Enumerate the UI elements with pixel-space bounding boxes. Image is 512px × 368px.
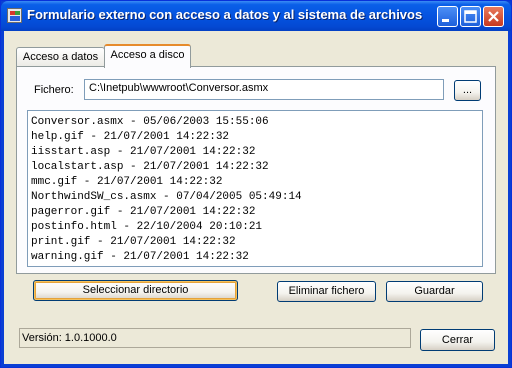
tab-acceso-disco[interactable]: Acceso a disco: [104, 44, 191, 68]
app-icon[interactable]: [7, 8, 22, 23]
delete-file-button[interactable]: Eliminar fichero: [277, 281, 376, 302]
list-item[interactable]: NorthwindSW_cs.asmx - 07/04/2005 05:49:1…: [31, 190, 479, 205]
list-item[interactable]: print.gif - 21/07/2001 14:22:32: [31, 235, 479, 250]
close-icon: [488, 11, 499, 22]
title-bar[interactable]: Formulario externo con acceso a datos y …: [1, 1, 511, 31]
maximize-icon: [464, 10, 477, 23]
list-item[interactable]: pagerror.gif - 21/07/2001 14:22:32: [31, 205, 479, 220]
list-item[interactable]: mmc.gif - 21/07/2001 14:22:32: [31, 175, 479, 190]
tab-acceso-datos[interactable]: Acceso a datos: [16, 47, 105, 66]
file-list[interactable]: Conversor.asmx - 05/06/2003 15:55:06 hel…: [27, 110, 483, 267]
list-item[interactable]: iisstart.asp - 21/07/2001 14:22:32: [31, 145, 479, 160]
list-item[interactable]: warning.gif - 21/07/2001 14:22:32: [31, 250, 479, 265]
list-item[interactable]: Conversor.asmx - 05/06/2003 15:55:06: [31, 115, 479, 130]
list-item[interactable]: help.gif - 21/07/2001 14:22:32: [31, 130, 479, 145]
maximize-button[interactable]: [460, 6, 481, 27]
select-directory-button[interactable]: Seleccionar directorio: [33, 280, 238, 301]
list-item[interactable]: localstart.asp - 21/07/2001 14:22:32: [31, 160, 479, 175]
save-button[interactable]: Guardar: [386, 281, 483, 302]
close-button[interactable]: Cerrar: [420, 329, 495, 351]
version-status: Versión: 1.0.1000.0: [19, 328, 411, 348]
minimize-button[interactable]: [437, 6, 458, 27]
file-path-input[interactable]: C:\Inetpub\wwwroot\Conversor.asmx: [84, 79, 444, 100]
close-window-button[interactable]: [483, 6, 504, 27]
file-label: Fichero:: [34, 84, 74, 96]
window-title: Formulario externo con acceso a datos y …: [27, 7, 423, 22]
minimize-icon: [442, 19, 449, 22]
browse-button[interactable]: ...: [454, 80, 481, 101]
list-item[interactable]: postinfo.html - 22/10/2004 20:10:21: [31, 220, 479, 235]
